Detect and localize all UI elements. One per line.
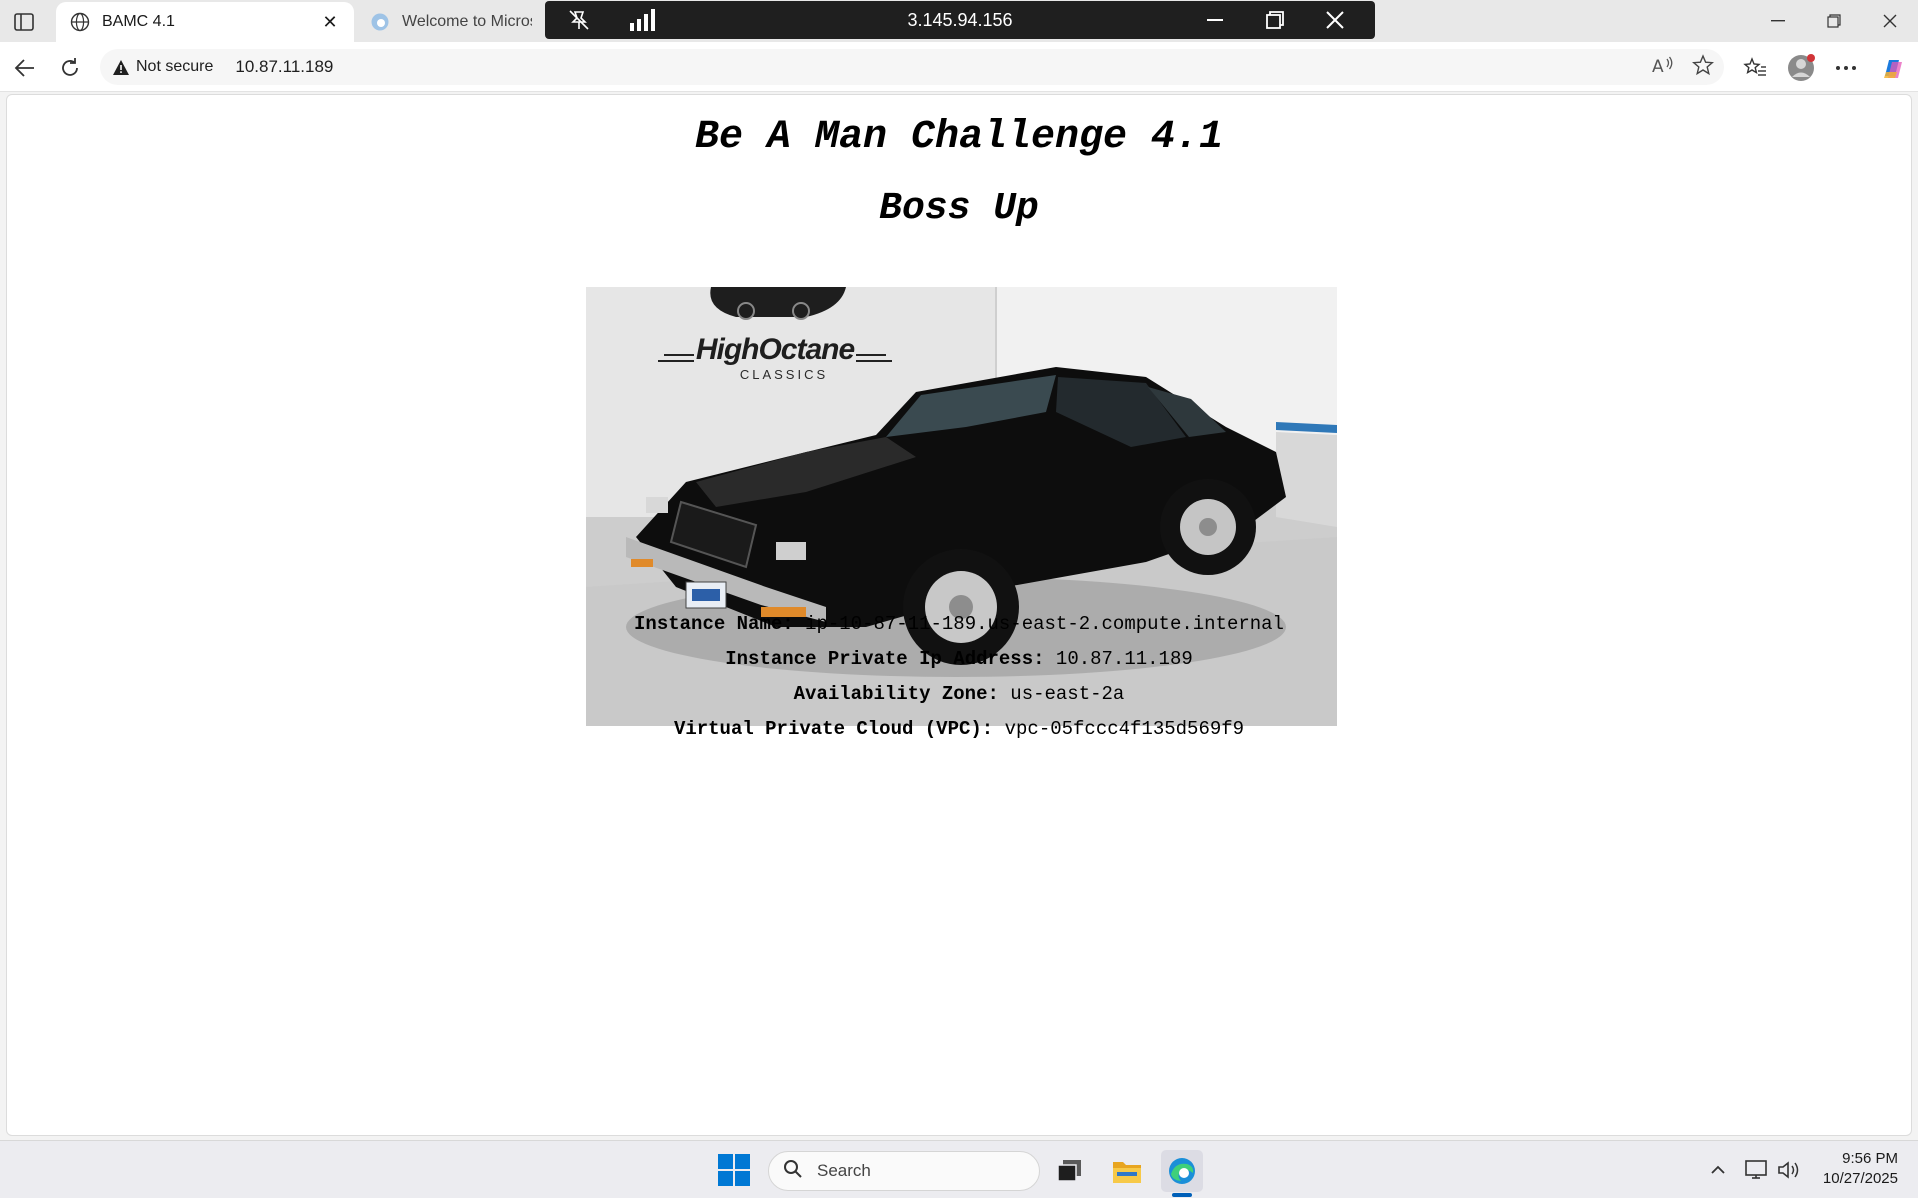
- task-view-icon[interactable]: [1049, 1150, 1091, 1192]
- tab-bamc[interactable]: BAMC 4.1 ✕: [56, 2, 354, 42]
- browser-toolbar: Not secure 10.87.11.189 A: [0, 42, 1918, 92]
- vpc-value: vpc-05fccc4f135d569f9: [1004, 718, 1245, 740]
- page-viewport: Be A Man Challenge 4.1 Boss Up HighOctan…: [6, 94, 1912, 1136]
- private-ip-label: Instance Private Ip Address:: [725, 648, 1045, 670]
- read-aloud-icon[interactable]: A: [1652, 55, 1674, 80]
- window-controls: [1750, 0, 1918, 42]
- search-placeholder: Search: [817, 1161, 871, 1180]
- private-ip-value: 10.87.11.189: [1055, 648, 1193, 670]
- rdp-close-icon[interactable]: [1305, 1, 1365, 39]
- copilot-icon[interactable]: [1876, 51, 1910, 85]
- search-icon: [783, 1159, 803, 1184]
- availability-zone-value: us-east-2a: [1010, 683, 1125, 705]
- svg-text:A: A: [1652, 57, 1664, 75]
- edge-taskbar-icon[interactable]: [1161, 1150, 1203, 1192]
- rdp-restore-icon[interactable]: [1245, 1, 1305, 39]
- globe-icon: [70, 12, 90, 32]
- favorites-icon[interactable]: [1738, 51, 1772, 85]
- svg-text:CLASSICS: CLASSICS: [740, 367, 828, 382]
- taskbar: Search 9:56 PM 10/27/2025: [0, 1140, 1918, 1198]
- instance-name-row: Instance Name: ip-10-87-11-189.us-east-2…: [7, 613, 1911, 635]
- system-clock[interactable]: 9:56 PM 10/27/2025: [1823, 1149, 1898, 1189]
- taskbar-search-box[interactable]: Search: [768, 1151, 1040, 1191]
- chevron-up-icon[interactable]: [1703, 1155, 1733, 1185]
- back-arrow-icon[interactable]: [8, 51, 42, 85]
- tab-actions-icon[interactable]: [8, 8, 40, 36]
- profile-avatar[interactable]: [1784, 51, 1818, 85]
- tab-title: BAMC 4.1: [102, 13, 175, 30]
- volume-icon[interactable]: [1774, 1155, 1804, 1185]
- tab-title: Welcome to Microsoft: [402, 13, 532, 30]
- network-display-icon[interactable]: [1741, 1155, 1771, 1185]
- clock-date: 10/27/2025: [1822, 1170, 1898, 1187]
- active-app-indicator: [1172, 1193, 1192, 1197]
- windows-start-icon[interactable]: [717, 1153, 751, 1187]
- private-ip-row: Instance Private Ip Address: 10.87.11.18…: [7, 648, 1911, 670]
- address-bar[interactable]: Not secure 10.87.11.189 A: [100, 49, 1724, 85]
- instance-name-label: Instance Name:: [634, 613, 794, 635]
- minimize-icon[interactable]: [1750, 0, 1806, 42]
- instance-name-value: ip-10-87-11-189.us-east-2.compute.intern…: [805, 613, 1284, 635]
- vpc-label: Virtual Private Cloud (VPC):: [673, 718, 994, 740]
- tab-welcome[interactable]: Welcome to Microsoft: [356, 2, 546, 42]
- availability-zone-label: Availability Zone:: [793, 683, 999, 705]
- warning-icon[interactable]: [112, 58, 130, 76]
- svg-text:HighOctane: HighOctane: [696, 333, 855, 366]
- edge-icon: [370, 12, 390, 32]
- more-options-icon[interactable]: [1829, 51, 1863, 85]
- rdp-connection-bar: 3.145.94.156: [545, 1, 1375, 39]
- close-tab-icon[interactable]: ✕: [320, 12, 340, 32]
- page-title: Be A Man Challenge 4.1: [694, 115, 1224, 160]
- file-explorer-icon[interactable]: [1106, 1150, 1148, 1192]
- url-text[interactable]: 10.87.11.189: [235, 57, 333, 77]
- close-window-icon[interactable]: [1862, 0, 1918, 42]
- availability-zone-row: Availability Zone: us-east-2a: [7, 683, 1911, 705]
- favorite-star-icon[interactable]: [1691, 53, 1715, 81]
- refresh-icon[interactable]: [53, 51, 87, 85]
- page-subtitle: Boss Up: [879, 187, 1039, 230]
- security-status[interactable]: Not secure: [136, 58, 213, 76]
- restore-icon[interactable]: [1806, 0, 1862, 42]
- rdp-minimize-icon[interactable]: [1185, 1, 1245, 39]
- clock-time: 9:56 PM: [1842, 1150, 1898, 1167]
- vpc-row: Virtual Private Cloud (VPC): vpc-05fccc4…: [7, 718, 1911, 740]
